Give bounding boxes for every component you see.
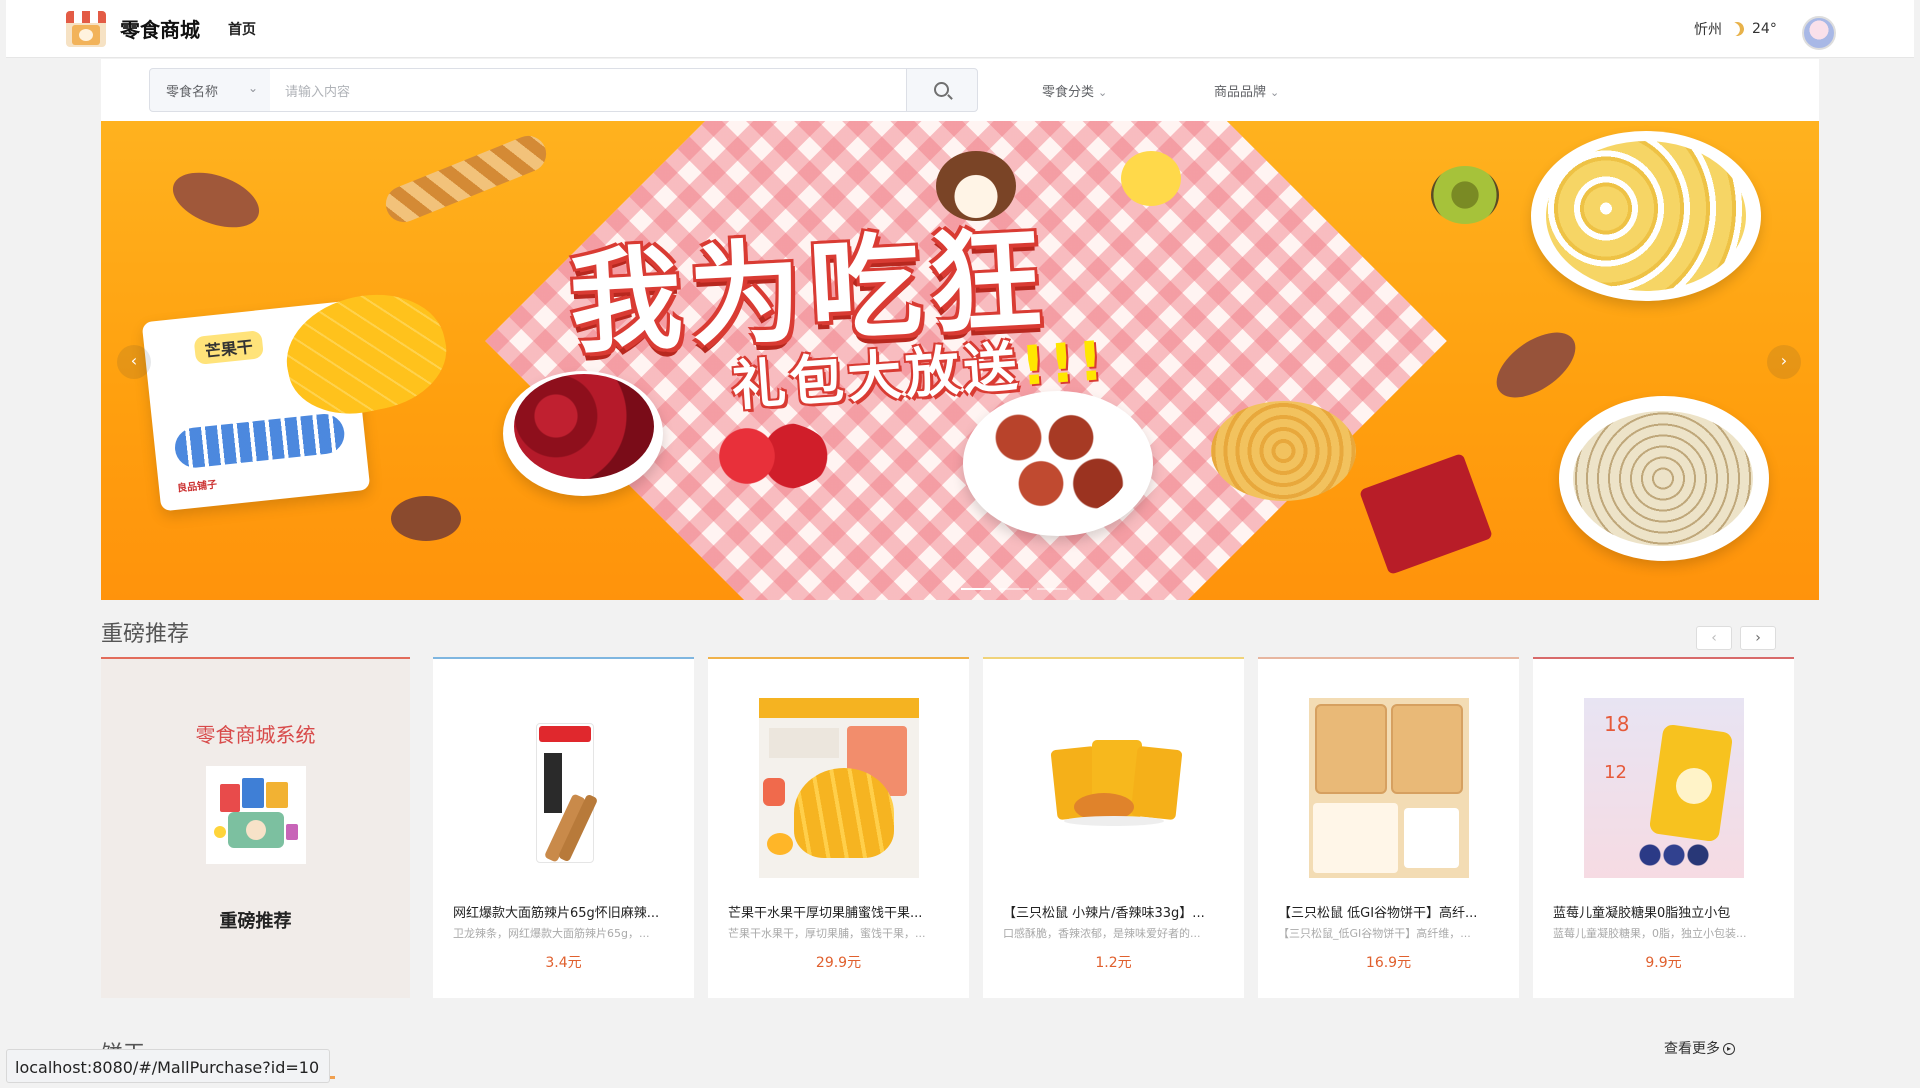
view-more-label: 查看更多: [1664, 1041, 1720, 1057]
product-name[interactable]: 网红爆款大面筋辣片65g怀旧麻辣...: [453, 902, 675, 921]
product-image: [484, 698, 644, 878]
product-name[interactable]: 【三只松鼠 低GI谷物饼干】高纤...: [1278, 902, 1500, 921]
banner-sun-face: [1121, 151, 1181, 206]
product-image: 18 12: [1584, 698, 1744, 878]
banner-meat-jerky: [1358, 452, 1494, 576]
carousel-indicators[interactable]: [961, 588, 1067, 590]
banner-pecan: [165, 162, 267, 238]
product-image: [759, 698, 919, 878]
product-desc: 卫龙辣条，网红爆款大面筋辣片65g，...: [453, 927, 650, 940]
chevron-right-icon: ›: [1755, 630, 1761, 646]
banner-twist-bread: [380, 130, 552, 228]
product-name[interactable]: 芒果干水果干厚切果脯蜜饯干果...: [728, 902, 950, 921]
carousel-prev-button[interactable]: ‹: [117, 345, 151, 379]
product-price: 3.4元: [545, 955, 582, 971]
product-desc: 蓝莓儿童凝胶糖果，0脂，独立小包装...: [1553, 927, 1747, 940]
brand-dropdown-label: 商品品牌: [1214, 85, 1267, 100]
chevron-down-icon: ⌄: [1098, 86, 1108, 99]
product-card[interactable]: 芒果干水果干厚切果脯蜜饯干果... 芒果干水果干，厚切果脯，蜜饯干果，... 2…: [708, 657, 969, 998]
product-image: [1309, 698, 1469, 878]
category-dropdown-label: 零食分类: [1042, 85, 1095, 100]
arrow-right-circle-icon: ▸: [1723, 1043, 1735, 1055]
product-card[interactable]: 【三只松鼠 小辣片/香辣味33g】... 口感酥脆，香辣浓郁，是辣味爱好者的..…: [983, 657, 1244, 998]
search-field-select-label: 零食名称: [166, 85, 219, 100]
banner-pancake: [1211, 401, 1356, 501]
recommend-prev-button[interactable]: ‹: [1696, 626, 1732, 650]
moon-icon: [1728, 20, 1746, 38]
banner-red-dates: [981, 403, 1131, 518]
banner-carousel[interactable]: 芒果干 良品铺子 我为吃狂 礼包大放送!!!: [101, 121, 1819, 600]
search-input[interactable]: 请输入内容: [270, 68, 907, 112]
chevron-right-icon: ›: [1780, 351, 1788, 370]
promo-image: [206, 766, 306, 864]
banner-strawberries: [711, 421, 831, 491]
product-price: 29.9元: [815, 955, 862, 971]
brand-dropdown[interactable]: 商品品牌 ⌄: [1214, 81, 1279, 100]
carousel-dot[interactable]: [999, 588, 1029, 590]
top-navbar: 零食商城 首页 忻州 24°: [6, 0, 1914, 58]
banner-hazelnut: [391, 496, 461, 541]
product-image: [1034, 698, 1194, 878]
product-card[interactable]: 18 12 蓝莓儿童凝胶糖果0脂独立小包 蓝莓儿童凝胶糖果，0脂，独立小包装..…: [1533, 657, 1794, 998]
carousel-next-button[interactable]: ›: [1767, 345, 1801, 379]
carousel-dot[interactable]: [1037, 588, 1067, 590]
weather-city: 忻州: [1694, 22, 1722, 38]
product-price: 16.9元: [1365, 955, 1412, 971]
banner-pistachios: [1573, 411, 1753, 546]
banner-kiwi: [1431, 166, 1499, 224]
nav-home-link[interactable]: 首页: [228, 19, 256, 39]
status-bar-url: localhost:8080/#/MallPurchase?id=10: [6, 1049, 331, 1083]
banner-pecan-right: [1485, 319, 1587, 411]
search-button[interactable]: [906, 68, 978, 112]
view-more-link[interactable]: 查看更多 ▸: [1664, 1038, 1735, 1058]
bag-brand: 良品铺子: [176, 479, 218, 495]
logo-icon[interactable]: [66, 11, 106, 47]
site-brand[interactable]: 零食商城: [120, 14, 200, 43]
bag-title: 芒果干: [193, 330, 265, 366]
product-price: 1.2元: [1095, 955, 1132, 971]
banner-subtitle-mark: !!!: [1018, 328, 1109, 398]
banner-cranberries: [514, 374, 654, 479]
search-bar: 零食名称 ⌄ 请输入内容 零食分类 ⌄ 商品品牌 ⌄: [101, 59, 1819, 121]
category-dropdown[interactable]: 零食分类 ⌄: [1042, 81, 1107, 100]
recommend-next-button[interactable]: ›: [1740, 626, 1776, 650]
promo-title: 零食商城系统: [195, 723, 316, 747]
carousel-dot[interactable]: [961, 588, 991, 590]
chevron-left-icon: ‹: [130, 351, 138, 370]
chevron-down-icon: ⌄: [247, 81, 258, 95]
chevron-left-icon: ‹: [1711, 630, 1717, 646]
weather-widget: 忻州 24°: [1694, 19, 1777, 39]
section-title-recommend: 重磅推荐: [101, 622, 190, 647]
weather-temp: 24°: [1752, 21, 1777, 37]
product-card[interactable]: 【三只松鼠 低GI谷物饼干】高纤... 【三只松鼠_低GI谷物饼干】高纤维，..…: [1258, 657, 1519, 998]
promo-label: 重磅推荐: [219, 911, 292, 932]
product-desc: 【三只松鼠_低GI谷物饼干】高纤维，...: [1278, 927, 1471, 940]
chevron-down-icon: ⌄: [1270, 86, 1280, 99]
product-card[interactable]: 网红爆款大面筋辣片65g怀旧麻辣... 卫龙辣条，网红爆款大面筋辣片65g，..…: [433, 657, 694, 998]
product-price: 9.9元: [1645, 955, 1682, 971]
user-avatar[interactable]: [1802, 16, 1836, 50]
banner-dried-pineapple: [1546, 141, 1746, 291]
search-icon: [934, 82, 949, 97]
promo-card[interactable]: 零食商城系统 重磅推荐: [101, 657, 410, 998]
product-name[interactable]: 【三只松鼠 小辣片/香辣味33g】...: [1003, 902, 1225, 921]
product-desc: 芒果干水果干，厚切果脯，蜜饯干果，...: [728, 927, 926, 940]
product-name[interactable]: 蓝莓儿童凝胶糖果0脂独立小包: [1553, 902, 1775, 921]
search-field-select[interactable]: 零食名称 ⌄: [149, 68, 271, 112]
product-desc: 口感酥脆，香辣浓郁，是辣味爱好者的...: [1003, 927, 1201, 940]
